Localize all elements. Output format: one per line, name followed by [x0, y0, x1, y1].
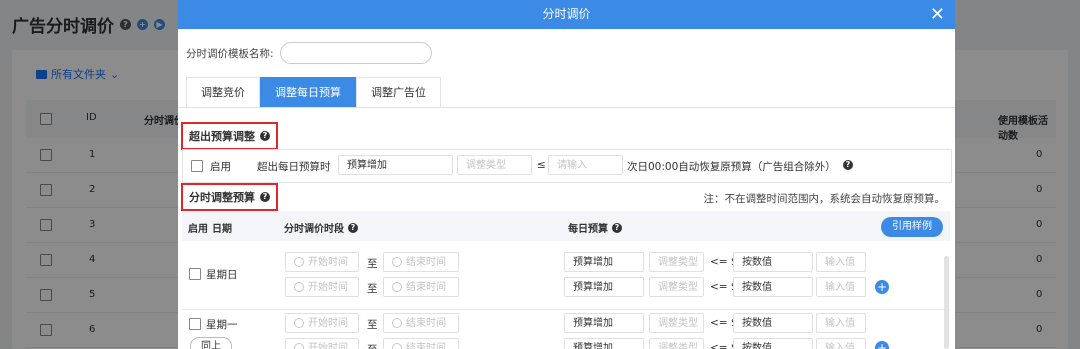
help-icon[interactable]: ?	[260, 192, 270, 202]
end-time-input[interactable]: 结束时间	[383, 313, 459, 333]
day-divider	[182, 309, 950, 310]
clock-icon	[392, 257, 402, 267]
clock-icon	[294, 257, 304, 267]
value-mode-select[interactable]: 按数值	[733, 338, 813, 349]
budget-select[interactable]: 预算增加	[564, 252, 644, 272]
help-icon[interactable]: ?	[843, 160, 853, 170]
restore-text: 次日00:00自动恢复原预算（广告组合除外）	[627, 161, 836, 173]
clock-icon	[294, 318, 304, 328]
over-budget-enable-checkbox[interactable]	[191, 160, 203, 172]
adjust-select[interactable]: 预算增加	[338, 155, 453, 175]
day-label: 星期日	[206, 269, 238, 281]
to-label: 至	[367, 319, 378, 331]
budget-select[interactable]: 预算增加	[564, 313, 644, 333]
tab-adjust-daily-budget[interactable]: 调整每日预算	[260, 77, 356, 108]
help-icon[interactable]: ?	[612, 222, 622, 233]
col-budget: 每日预算?	[568, 220, 622, 235]
value-input[interactable]: 输入值	[816, 252, 866, 272]
value-input[interactable]: 输入值	[816, 338, 866, 349]
col-enable: 启用 日期	[188, 224, 232, 235]
start-time-input[interactable]: 开始时间	[285, 338, 359, 349]
help-icon[interactable]: ?	[260, 131, 270, 141]
section-over-budget-title: 超出预算调整 ?	[181, 122, 278, 150]
type-input[interactable]: 调整类型	[649, 313, 704, 333]
time-pricing-dialog: 分时调价 ✕ 分时调价模板名称: 调整竞价 调整每日预算 调整广告位 超出预算调…	[178, 0, 955, 349]
enable-label: 启用	[210, 161, 231, 173]
type-input[interactable]: 调整类型	[649, 338, 704, 349]
value-input[interactable]: 输入值	[816, 313, 866, 333]
end-time-input[interactable]: 结束时间	[383, 277, 459, 297]
clock-icon	[294, 343, 304, 349]
value-mode-select[interactable]: 按数值	[733, 313, 813, 333]
over-budget-row: 启用 超出每日预算时 预算增加 调整类型 ≤ 请输入 次日00:00自动恢复原预…	[182, 149, 952, 183]
value-mode-select[interactable]: 按数值	[733, 252, 813, 272]
clock-icon	[294, 282, 304, 292]
tab-bar: 调整竞价 调整每日预算 调整广告位	[186, 77, 441, 108]
adjust-type-input[interactable]: 调整类型	[457, 155, 532, 175]
when-over-label: 超出每日预算时	[257, 161, 331, 173]
close-icon[interactable]: ✕	[930, 0, 945, 29]
to-label: 至	[367, 283, 378, 295]
amount-input[interactable]: 请输入	[548, 155, 623, 175]
tab-adjust-placement[interactable]: 调整广告位	[356, 77, 441, 108]
scrollbar[interactable]	[944, 256, 949, 349]
end-time-input[interactable]: 结束时间	[383, 338, 459, 349]
day-enable-checkbox[interactable]	[189, 318, 201, 330]
clock-icon	[392, 282, 402, 292]
section-over-budget-label: 超出预算调整	[189, 130, 255, 143]
value-input[interactable]: 输入值	[816, 277, 866, 297]
to-label: 至	[367, 258, 378, 270]
help-icon[interactable]: ?	[348, 222, 358, 233]
dialog-title: 分时调价	[542, 7, 591, 21]
start-time-input[interactable]: 开始时间	[285, 277, 359, 297]
start-time-input[interactable]: 开始时间	[285, 313, 359, 333]
col-period: 分时调价时段?	[284, 220, 358, 235]
section-timed-budget-title: 分时调整预算 ?	[181, 183, 278, 211]
use-example-button[interactable]: 引用样例	[881, 217, 943, 237]
clock-icon	[392, 343, 402, 349]
tab-divider	[178, 107, 955, 108]
schedule-table-header: 启用 日期 分时调价时段? 每日预算?	[182, 211, 950, 241]
type-input[interactable]: 调整类型	[649, 252, 704, 272]
budget-select[interactable]: 预算增加	[564, 277, 644, 297]
tab-adjust-bid[interactable]: 调整竞价	[186, 77, 260, 108]
budget-select[interactable]: 预算增加	[564, 338, 644, 349]
end-time-input[interactable]: 结束时间	[383, 252, 459, 272]
type-input[interactable]: 调整类型	[649, 277, 704, 297]
copy-above-button[interactable]: 同上	[190, 337, 232, 349]
start-time-input[interactable]: 开始时间	[285, 252, 359, 272]
section-timed-budget-label: 分时调整预算	[189, 191, 255, 204]
dialog-header: 分时调价 ✕	[178, 0, 955, 29]
add-period-button[interactable]: +	[875, 280, 889, 294]
day-label: 星期一	[206, 319, 238, 331]
le-sign: ≤	[537, 159, 546, 171]
template-name-label: 分时调价模板名称:	[186, 47, 274, 60]
value-mode-select[interactable]: 按数值	[733, 277, 813, 297]
clock-icon	[392, 318, 402, 328]
template-name-input[interactable]	[279, 42, 432, 64]
to-label: 至	[367, 342, 378, 349]
template-name-row: 分时调价模板名称:	[186, 42, 432, 64]
day-enable-checkbox[interactable]	[189, 268, 201, 280]
restore-note: 注：不在调整时间范围内，系统会自动恢复原预算。	[703, 193, 946, 205]
add-period-button[interactable]: +	[875, 341, 889, 349]
